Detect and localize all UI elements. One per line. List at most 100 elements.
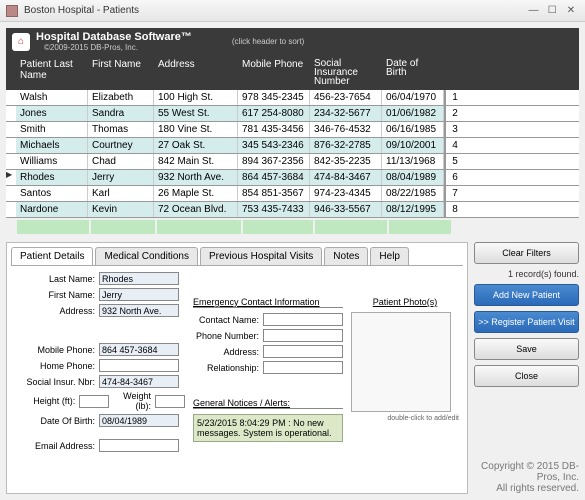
lbl-home: Home Phone: [15, 361, 95, 371]
field-height[interactable] [79, 395, 109, 408]
add-patient-button[interactable]: Add New Patient [474, 284, 579, 306]
field-last[interactable] [99, 272, 179, 285]
table-header: Patient Last Name First Name Address Mob… [6, 55, 579, 90]
table-row[interactable]: MichaelsCourtney27 Oak St.345 543-234687… [6, 138, 579, 154]
col-ssn[interactable]: Social Insurance Number [310, 57, 382, 88]
close-button[interactable]: Close [474, 365, 579, 387]
cell-dob: 01/06/1982 [382, 106, 444, 121]
cell-idx: 6 [444, 170, 464, 185]
table-row[interactable]: NardoneKevin72 Ocean Blvd.753 435-743394… [6, 202, 579, 218]
cell-phone: 978 345-2345 [238, 90, 310, 105]
field-home[interactable] [99, 359, 179, 372]
col-phone[interactable]: Mobile Phone [238, 57, 310, 88]
cell-phone: 894 367-2356 [238, 154, 310, 169]
field-contact[interactable] [263, 313, 343, 326]
footer-line2: All rights reserved. [474, 483, 579, 494]
field-eaddr[interactable] [263, 345, 343, 358]
minimize-button[interactable]: — [525, 5, 541, 16]
app-title: Hospital Database Software™ [36, 31, 192, 43]
cell-last: Williams [16, 154, 88, 169]
cell-ssn: 946-33-5567 [310, 202, 382, 217]
field-first[interactable] [99, 288, 179, 301]
cell-phone: 617 254-8080 [238, 106, 310, 121]
table-row[interactable]: RhodesJerry932 North Ave.864 457-3684474… [6, 170, 579, 186]
records-found: 1 record(s) found. [474, 269, 579, 279]
maximize-button[interactable]: ☐ [544, 5, 560, 16]
close-window-button[interactable]: ✕ [563, 5, 579, 16]
cell-phone: 781 435-3456 [238, 122, 310, 137]
field-addr[interactable] [99, 304, 179, 317]
field-ssn[interactable] [99, 375, 179, 388]
app-icon [6, 5, 18, 17]
tab-patient-details[interactable]: Patient Details [11, 247, 93, 265]
col-dob[interactable]: Date of Birth [382, 57, 444, 88]
cell-first: Chad [88, 154, 154, 169]
field-email[interactable] [99, 439, 179, 452]
lbl-contact: Contact Name: [193, 315, 259, 325]
cell-last: Smith [16, 122, 88, 137]
field-rel[interactable] [263, 361, 343, 374]
cell-idx: 5 [444, 154, 464, 169]
cell-phone: 345 543-2346 [238, 138, 310, 153]
footer-line1: Copyright © 2015 DB-Pros, Inc. [474, 461, 579, 483]
col-last[interactable]: Patient Last Name [16, 57, 88, 88]
app-copyright: ©2009-2015 DB-Pros, Inc. [44, 43, 192, 52]
filter-addr[interactable] [157, 220, 241, 234]
lbl-dob: Date Of Birth: [15, 416, 95, 426]
table-row[interactable]: SantosKarl26 Maple St.854 851-3567974-23… [6, 186, 579, 202]
table-body: WalshElizabeth100 High St.978 345-234545… [6, 90, 579, 218]
tab-previous-hospital-visits[interactable]: Previous Hospital Visits [200, 247, 322, 265]
lbl-mobile: Mobile Phone: [15, 345, 95, 355]
table-row[interactable]: WilliamsChad842 Main St.894 367-2356842-… [6, 154, 579, 170]
cell-first: Kevin [88, 202, 154, 217]
lbl-rel: Relationship: [193, 363, 259, 373]
cell-ssn: 474-84-3467 [310, 170, 382, 185]
field-weight[interactable] [155, 395, 185, 408]
detail-panel: Patient DetailsMedical ConditionsPreviou… [6, 242, 468, 494]
notices-header: General Notices / Alerts: [193, 398, 343, 409]
save-button[interactable]: Save [474, 338, 579, 360]
tab-help[interactable]: Help [370, 247, 409, 265]
filter-ssn[interactable] [315, 220, 387, 234]
cell-phone: 753 435-7433 [238, 202, 310, 217]
cell-first: Thomas [88, 122, 154, 137]
lbl-eaddr: Address: [193, 347, 259, 357]
cell-last: Nardone [16, 202, 88, 217]
table-row[interactable]: SmithThomas180 Vine St.781 435-3456346-7… [6, 122, 579, 138]
filter-last[interactable] [17, 220, 89, 234]
register-visit-button[interactable]: >> Register Patient Visit [474, 311, 579, 333]
cell-last: Jones [16, 106, 88, 121]
cell-idx: 4 [444, 138, 464, 153]
field-pnum[interactable] [263, 329, 343, 342]
photo-hint: double-click to add/edit [351, 415, 459, 422]
cell-idx: 2 [444, 106, 464, 121]
cell-addr: 100 High St. [154, 90, 238, 105]
filter-strip [6, 218, 579, 236]
cell-first: Karl [88, 186, 154, 201]
cell-addr: 26 Maple St. [154, 186, 238, 201]
lbl-last: Last Name: [15, 274, 95, 284]
cell-addr: 55 West St. [154, 106, 238, 121]
cell-idx: 8 [444, 202, 464, 217]
col-idx [444, 57, 464, 88]
cell-ssn: 456-23-7654 [310, 90, 382, 105]
clear-filters-button[interactable]: Clear Filters [474, 242, 579, 264]
table-row[interactable]: JonesSandra55 West St.617 254-8080234-32… [6, 106, 579, 122]
photo-label: Patient Photo(s) [351, 297, 459, 307]
tab-medical-conditions[interactable]: Medical Conditions [95, 247, 198, 265]
tab-notes[interactable]: Notes [324, 247, 368, 265]
field-mobile[interactable] [99, 343, 179, 356]
cell-addr: 72 Ocean Blvd. [154, 202, 238, 217]
lbl-ssn: Social Insur. Nbr: [15, 377, 95, 387]
detail-form: Last Name: First Name: Address: Mobile P… [11, 266, 463, 489]
col-addr[interactable]: Address [154, 57, 238, 88]
cell-idx: 3 [444, 122, 464, 137]
eci-header: Emergency Contact Information [193, 297, 343, 308]
col-first[interactable]: First Name [88, 57, 154, 88]
photo-box[interactable] [351, 312, 451, 412]
filter-dob[interactable] [389, 220, 451, 234]
field-dob[interactable] [99, 414, 179, 427]
app-window: Boston Hospital - Patients — ☐ ✕ ⌂ Hospi… [0, 0, 585, 500]
table-row[interactable]: WalshElizabeth100 High St.978 345-234545… [6, 90, 579, 106]
cell-last: Michaels [16, 138, 88, 153]
